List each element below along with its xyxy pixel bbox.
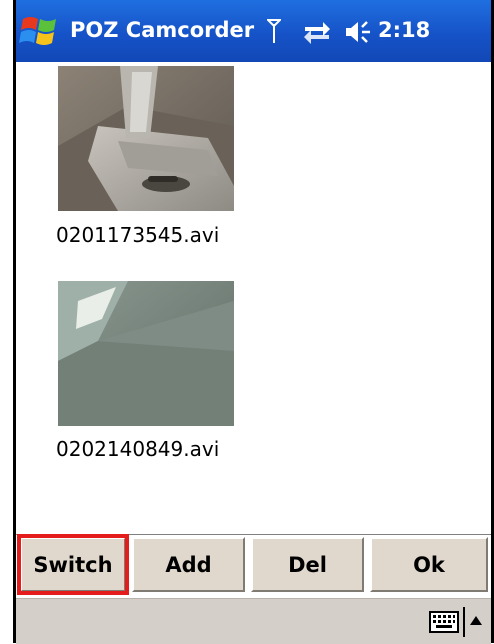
button-bar: Switch Add Del Ok (16, 534, 491, 599)
keyboard-icon[interactable] (429, 611, 459, 633)
screen: POZ Camcorder 2:18 0201173545.avi 020214… (0, 0, 494, 644)
file-list: 0201173545.avi 0202140849.avi (16, 62, 491, 534)
video-thumbnail[interactable] (58, 281, 234, 426)
file-name[interactable]: 0202140849.avi (56, 437, 219, 461)
menu-bar (16, 598, 491, 644)
sip-arrow-up-icon[interactable] (468, 612, 484, 626)
switch-button[interactable]: Switch (17, 534, 129, 595)
signal-icon[interactable] (265, 18, 283, 44)
sip-divider (463, 607, 465, 637)
title-bar: POZ Camcorder 2:18 (16, 0, 491, 62)
video-thumbnail[interactable] (58, 66, 234, 211)
connectivity-icon[interactable] (303, 19, 331, 45)
app-title: POZ Camcorder (70, 18, 255, 42)
windows-start-icon[interactable] (19, 10, 61, 52)
file-name[interactable]: 0201173545.avi (56, 223, 219, 247)
ok-button[interactable]: Ok (370, 537, 488, 592)
del-button[interactable]: Del (251, 537, 364, 592)
clock[interactable]: 2:18 (378, 15, 430, 45)
volume-icon[interactable] (344, 19, 374, 45)
add-button[interactable]: Add (132, 537, 245, 592)
